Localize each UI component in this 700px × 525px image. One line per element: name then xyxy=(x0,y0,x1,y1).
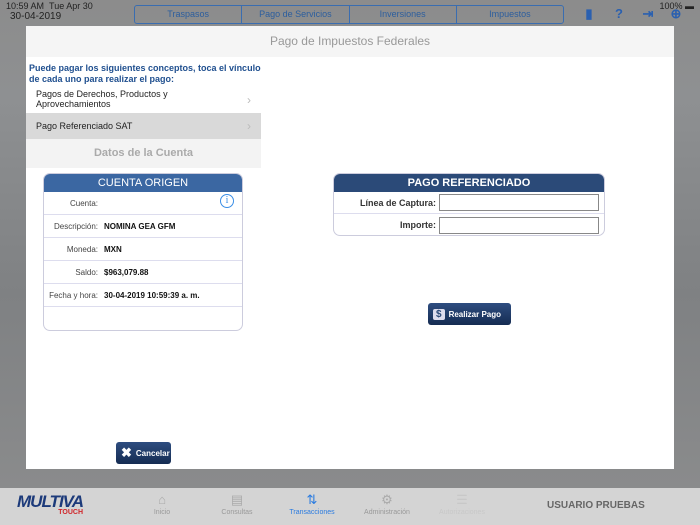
realizar-pago-button[interactable]: $ Realizar Pago xyxy=(428,303,511,325)
linea-captura-row: Línea de Captura: xyxy=(334,192,604,214)
value: $963,079.88 xyxy=(104,267,149,277)
clock: 10:59 AM xyxy=(6,1,45,11)
transfer-icon: ⇅ xyxy=(306,492,318,507)
importe-row: Importe: xyxy=(334,214,604,235)
option-pago-referenciado[interactable]: Pago Referenciado SAT › xyxy=(26,113,261,139)
cuenta-origen-card: CUENTA ORIGEN i Cuenta: Descripción: NOMI… xyxy=(43,173,243,331)
intro-text: Puede pagar los siguientes conceptos, to… xyxy=(29,63,261,84)
button-label: Cancelar xyxy=(135,448,170,458)
option-label: Pagos de Derechos, Productos y Aprovecha… xyxy=(36,89,168,109)
card-title: CUENTA ORIGEN xyxy=(44,174,242,192)
value: NOMINA GEA GFM xyxy=(104,221,176,231)
label: Descripción: xyxy=(53,221,98,231)
tab-label: Consultas xyxy=(221,509,253,516)
tab-label: Inicio xyxy=(153,509,171,516)
label: Saldo: xyxy=(75,267,98,277)
home-icon: ⌂ xyxy=(158,492,166,507)
segment-control: Traspasos Pago de Servicios Inversiones … xyxy=(134,5,564,24)
segment-traspasos[interactable]: Traspasos xyxy=(135,6,243,23)
globe-icon[interactable]: ⊕ xyxy=(668,6,684,22)
linea-captura-input[interactable] xyxy=(439,194,599,211)
cancelar-button[interactable]: ✖ Cancelar xyxy=(116,442,171,464)
button-label: Realizar Pago xyxy=(448,309,502,319)
chevron-right-icon: › xyxy=(247,119,251,133)
status-bar: 10:59 AM Tue Apr 30 30-04-2019 xyxy=(6,1,93,22)
current-date: 30-04-2019 xyxy=(10,11,62,22)
segment-pago-servicios[interactable]: Pago de Servicios xyxy=(242,6,350,23)
tab-autorizaciones[interactable]: ☰ Autorizaciones xyxy=(427,492,497,516)
label: Importe: xyxy=(400,220,436,230)
field-cuenta: Cuenta: xyxy=(44,192,242,215)
option-derechos[interactable]: Pagos de Derechos, Productos y Aprovecha… xyxy=(26,86,261,113)
value: MXN xyxy=(104,244,122,254)
field-fecha: Fecha y hora: 30-04-2019 10:59:39 a. m. xyxy=(44,284,242,307)
list-icon: ☰ xyxy=(456,492,468,507)
field-descripcion: Descripción: NOMINA GEA GFM xyxy=(44,215,242,238)
label: Moneda: xyxy=(66,244,98,254)
multiva-logo: MULTIVA TOUCH xyxy=(17,492,84,516)
logout-icon[interactable]: ⇥ xyxy=(640,6,656,22)
pago-referenciado-card: PAGO REFERENCIADO Línea de Captura: Impo… xyxy=(333,173,605,236)
user-name: USUARIO PRUEBAS xyxy=(547,500,645,511)
info-icon[interactable]: i xyxy=(220,194,234,208)
help-icon[interactable]: ? xyxy=(611,6,627,22)
document-icon: ▤ xyxy=(230,492,244,507)
modal-title: Pago de Impuestos Federales xyxy=(26,26,674,57)
tab-transacciones[interactable]: ⇅ Transacciones xyxy=(277,492,347,516)
option-label: Pago Referenciado SAT xyxy=(36,121,133,131)
label: Línea de Captura: xyxy=(359,197,436,208)
gear-icon: ⚙ xyxy=(381,492,393,507)
day: Tue Apr 30 xyxy=(49,1,93,11)
tab-consultas[interactable]: ▤ Consultas xyxy=(202,492,272,516)
value: 30-04-2019 10:59:39 a. m. xyxy=(104,290,200,300)
money-icon: $ xyxy=(433,308,445,320)
tab-label: Autorizaciones xyxy=(439,509,485,516)
tab-label: Transacciones xyxy=(289,509,335,516)
importe-input[interactable] xyxy=(439,216,599,234)
field-moneda: Moneda: MXN xyxy=(44,238,242,261)
field-saldo: Saldo: $963,079.88 xyxy=(44,261,242,284)
tab-administracion[interactable]: ⚙ Administración xyxy=(352,492,422,516)
close-icon: ✖ xyxy=(121,445,132,460)
card-title: PAGO REFERENCIADO xyxy=(334,174,604,192)
label: Cuenta: xyxy=(69,198,98,208)
label: Fecha y hora: xyxy=(49,290,98,300)
chevron-right-icon: › xyxy=(247,92,251,107)
datos-cuenta-title: Datos de la Cuenta xyxy=(26,139,261,168)
segment-impuestos[interactable]: Impuestos xyxy=(457,6,563,23)
mailbox-icon[interactable]: ▮ xyxy=(581,6,597,22)
tax-payment-modal: Pago de Impuestos Federales Puede pagar … xyxy=(26,26,674,469)
tab-inicio[interactable]: ⌂ Inicio xyxy=(127,492,197,516)
segment-inversiones[interactable]: Inversiones xyxy=(350,6,457,23)
tab-bar: MULTIVA TOUCH ⌂ Inicio ▤ Consultas ⇅ Transac… xyxy=(0,488,700,525)
tab-label: Administración xyxy=(364,509,410,516)
